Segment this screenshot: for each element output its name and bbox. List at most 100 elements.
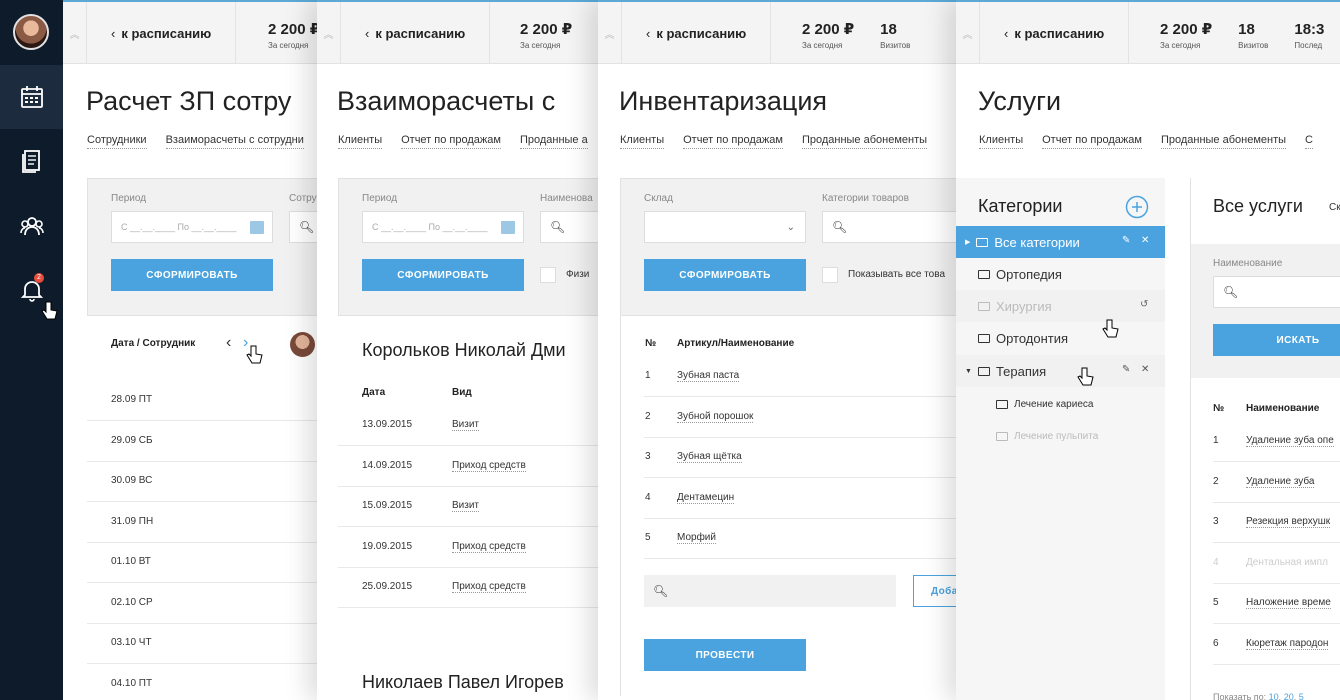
edit-icon[interactable]: ✎: [1122, 364, 1130, 375]
tab-sold-subscriptions[interactable]: Проданные а: [519, 134, 588, 149]
client-name: Корольков Николай Дми: [362, 340, 566, 360]
tab-clients[interactable]: Клиенты: [620, 134, 665, 149]
transaction-type-link[interactable]: Приход средств: [452, 581, 526, 593]
generate-button[interactable]: СФОРМИРОВАТЬ: [362, 259, 524, 291]
page-title: Расчет ЗП сотру: [86, 86, 292, 116]
chevron-left-icon[interactable]: ‹: [226, 334, 231, 352]
search-icon: 🔍︎: [550, 220, 566, 234]
category-item-caries[interactable]: Лечение кариеса: [956, 388, 1165, 420]
name-column-header: Артикул/Наименование: [677, 338, 795, 349]
close-icon[interactable]: ✕: [1141, 235, 1149, 246]
category-item-all[interactable]: ▶ Все категории ✎ ✕: [956, 226, 1165, 258]
tab-sold-subscriptions[interactable]: Проданные абонементы: [1160, 134, 1287, 149]
page-size-option[interactable]: 10: [1269, 692, 1279, 700]
tab-sales-report[interactable]: Отчет по продажам: [401, 134, 501, 149]
user-avatar[interactable]: [13, 14, 49, 50]
category-item-surgery[interactable]: Хирургия ↺: [956, 290, 1165, 322]
service-link[interactable]: Дентальная импл: [1246, 557, 1328, 568]
show-all-checkbox[interactable]: [822, 267, 838, 283]
search-icon: 🔍︎: [832, 220, 848, 234]
back-to-schedule-link[interactable]: ‹ к расписанию: [980, 2, 1130, 64]
product-link[interactable]: Зубная паста: [677, 370, 740, 382]
calendar-icon[interactable]: [501, 221, 515, 234]
page-size-option[interactable]: 20: [1284, 692, 1294, 700]
product-link[interactable]: Зубная щётка: [677, 451, 742, 463]
product-link[interactable]: Морфий: [677, 532, 716, 544]
date-row-label: 01.10 ВТ: [111, 556, 151, 567]
tab-sold-subscriptions[interactable]: Проданные абонементы: [801, 134, 928, 149]
service-filter: Наименование 🔍︎ ИСКАТЬ: [1191, 244, 1340, 378]
calendar-icon[interactable]: [250, 221, 264, 234]
period-input[interactable]: С __.__.____ По __.__.____: [362, 211, 524, 243]
row-divider: [1213, 663, 1340, 665]
sidebar: 2: [0, 0, 63, 700]
chevron-down-icon: ⌄: [786, 221, 795, 233]
hand-cursor-icon: [246, 345, 263, 364]
date-row-label: 30.09 ВС: [111, 475, 153, 486]
row-divider: [644, 436, 964, 438]
tab-employees[interactable]: Сотрудники: [87, 134, 147, 149]
service-link[interactable]: Удаление зуба опе: [1246, 435, 1334, 447]
date-row-label: 28.09 ПТ: [111, 394, 153, 405]
tab-clients[interactable]: Клиенты: [979, 134, 1024, 149]
name-search-input[interactable]: 🔍︎: [540, 211, 607, 243]
row-divider: [338, 485, 607, 487]
divider: [620, 316, 621, 696]
warehouse-select[interactable]: ⌄: [644, 211, 806, 243]
service-search-input[interactable]: 🔍︎: [1213, 276, 1340, 308]
period-input[interactable]: С __.__.____ По __.__.____: [111, 211, 273, 243]
tab-sales-report[interactable]: Отчет по продажам: [683, 134, 783, 149]
transaction-type-link[interactable]: Визит: [452, 500, 480, 512]
collapse-icon[interactable]: ︽: [63, 2, 87, 64]
transaction-type-link[interactable]: Приход средств: [452, 541, 526, 553]
product-link[interactable]: Дентамецин: [677, 492, 735, 504]
chevron-left-icon: ‹: [111, 25, 116, 41]
caret-down-icon: ▼: [965, 367, 972, 375]
generate-button[interactable]: СФОРМИРОВАТЬ: [644, 259, 806, 291]
categories-panel: Категории ▶ Все категории ✎ ✕ Ортопедия Х…: [956, 178, 1165, 700]
search-icon: 🔍︎: [299, 220, 315, 234]
documents-nav[interactable]: [0, 129, 63, 193]
collapse-icon[interactable]: ︽: [956, 2, 980, 64]
services-title: Все услуги: [1213, 196, 1303, 216]
service-link[interactable]: Резекция верхушк: [1246, 516, 1331, 528]
date-row-label: 04.10 ПТ: [111, 677, 153, 689]
row-divider: [87, 501, 323, 502]
conduct-button[interactable]: ПРОВЕСТИ: [644, 639, 806, 671]
transaction-type-link[interactable]: Приход средств: [452, 460, 526, 472]
row-divider: [644, 517, 964, 519]
collapse-icon[interactable]: ︽: [598, 2, 622, 64]
generate-button[interactable]: СФОРМИРОВАТЬ: [111, 259, 273, 291]
calendar-nav[interactable]: [0, 65, 63, 129]
category-item-pulpitis[interactable]: Лечение пульпита: [956, 420, 1165, 452]
tab-sales-report[interactable]: Отчет по продажам: [1042, 134, 1142, 149]
back-to-schedule-link[interactable]: ‹ к расписанию: [341, 2, 491, 64]
search-button[interactable]: ИСКАТЬ: [1213, 324, 1340, 356]
chevron-left-icon: ‹: [646, 25, 651, 41]
service-link[interactable]: Наложение време: [1246, 597, 1331, 609]
back-to-schedule-link[interactable]: ‹ к расписанию: [622, 2, 772, 64]
category-search-input[interactable]: 🔍︎: [822, 211, 968, 243]
service-link[interactable]: Кюретаж пародон: [1246, 638, 1329, 650]
tab-more[interactable]: С: [1305, 134, 1313, 149]
edit-icon[interactable]: ✎: [1122, 235, 1130, 246]
page-title: Инвентаризация: [619, 86, 828, 116]
collapse-icon[interactable]: ︽: [317, 2, 341, 64]
services-sublink[interactable]: Ск: [1329, 202, 1340, 213]
close-icon[interactable]: ✕: [1141, 364, 1149, 375]
category-item-orthodontics[interactable]: Ортодонтия: [956, 322, 1165, 354]
tab-clients[interactable]: Клиенты: [338, 134, 383, 149]
add-category-icon[interactable]: [1125, 195, 1149, 219]
category-item-therapy[interactable]: ▼ Терапия ✎ ✕: [956, 355, 1165, 387]
transaction-type-link[interactable]: Визит: [452, 419, 480, 431]
restore-icon[interactable]: ↺: [1140, 299, 1148, 310]
tab-employee-settlements[interactable]: Взаиморасчеты с сотрудни: [165, 134, 304, 149]
category-item-orthopedics[interactable]: Ортопедия: [956, 258, 1165, 290]
service-link[interactable]: Удаление зуба: [1246, 476, 1315, 488]
product-link[interactable]: Зубной порошок: [677, 411, 754, 423]
individuals-checkbox[interactable]: [540, 267, 556, 283]
back-to-schedule-link[interactable]: ‹ к расписанию: [87, 2, 237, 64]
clients-nav[interactable]: [0, 194, 63, 258]
page-size-option[interactable]: 5: [1299, 692, 1304, 700]
product-search-input[interactable]: 🔍︎: [644, 575, 896, 607]
